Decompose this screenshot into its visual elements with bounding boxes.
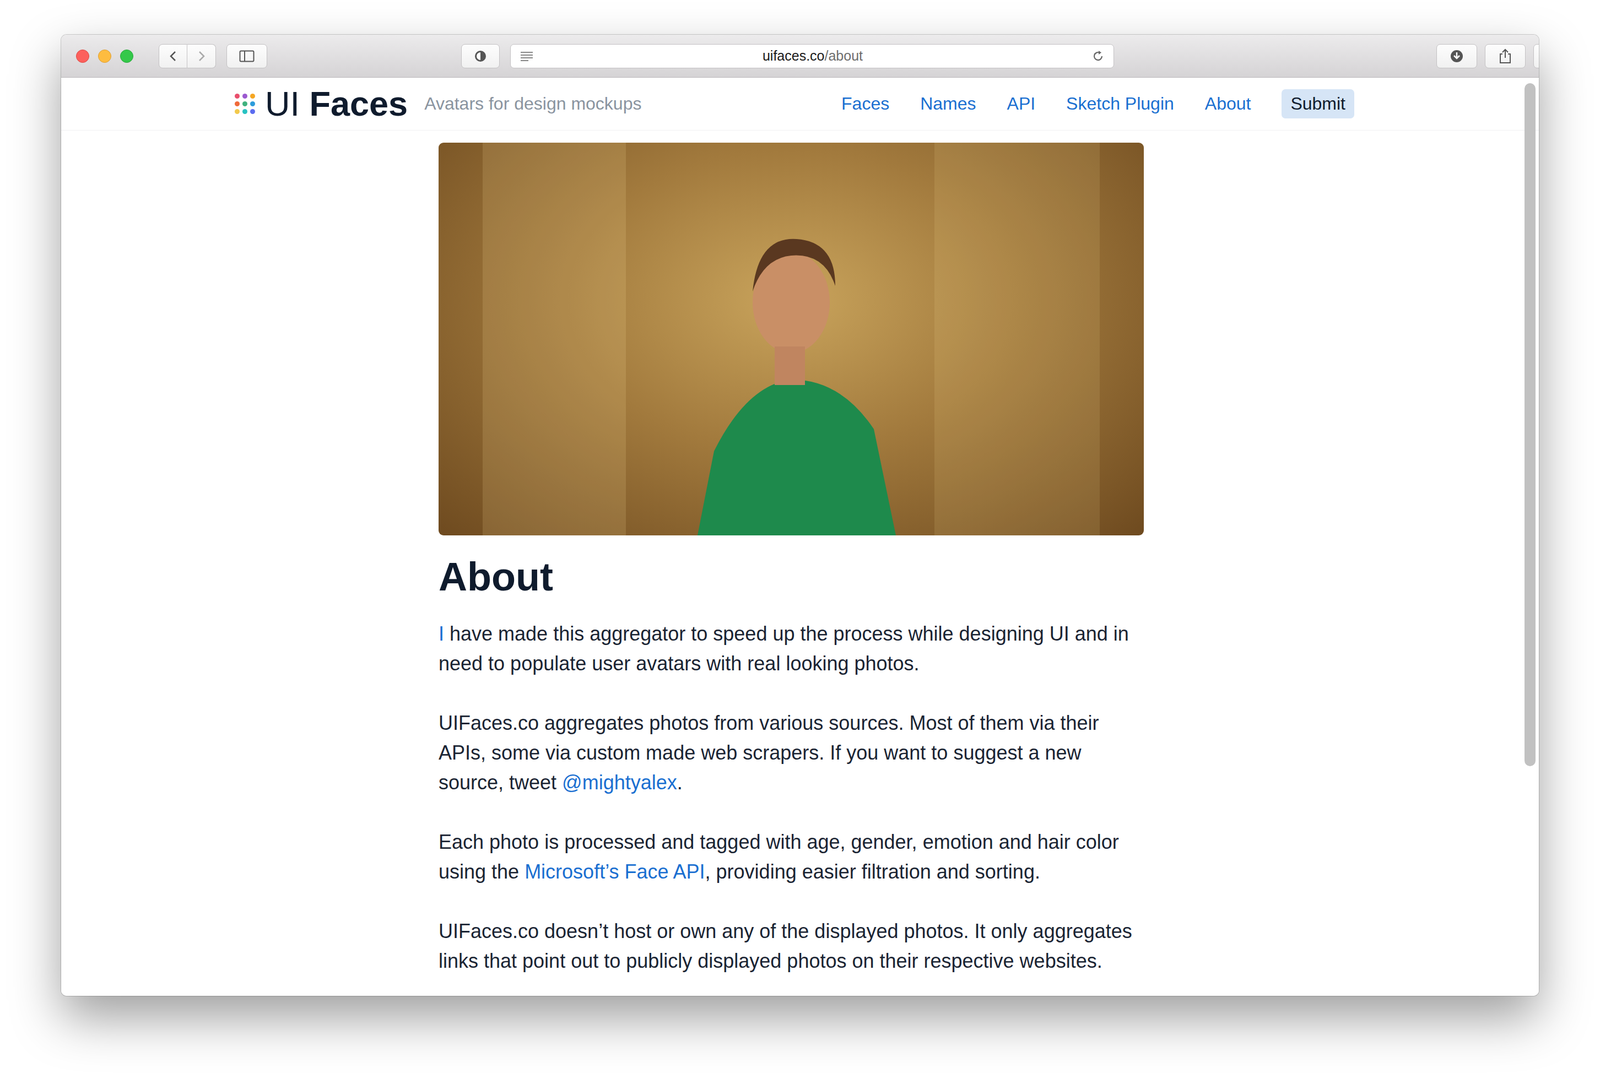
nav-link[interactable]: API [1007,89,1036,119]
text: UIFaces.co doesn’t host or own any of th… [438,920,1133,973]
logo-dots-icon [234,93,256,115]
nav-link[interactable]: Names [920,89,976,119]
download-icon [1450,49,1464,63]
downloads-button[interactable] [1436,44,1478,69]
scrollbar-thumb[interactable] [1524,83,1536,767]
back-button[interactable] [158,44,188,69]
text: . [677,771,683,794]
share-icon [1498,48,1512,64]
paragraph: I have made this aggregator to speed up … [438,619,1144,679]
sidebar-button[interactable] [226,44,268,69]
toolbar: uifaces.co/about [61,34,1539,78]
nav-link[interactable]: About [1204,89,1252,119]
nav-link[interactable]: Sketch Plugin [1066,89,1175,119]
paragraph: UIFaces.co aggregates photos from variou… [438,708,1144,798]
text-link[interactable]: Microsoft’s Face API [524,860,705,884]
web-content: UI Faces Avatars for design mockups Faces N… [61,77,1539,997]
hero-image [438,142,1144,536]
paragraph: Each photo is processed and tagged with … [438,827,1144,888]
privacy-button[interactable] [461,44,500,69]
browser-window: uifaces.co/about UI Faces Avatars for desi… [61,34,1539,997]
logo[interactable]: UI Faces [234,86,408,122]
text: UIFaces.co aggregates photos from variou… [438,711,1100,794]
page-title: About [438,553,1144,601]
forward-button[interactable] [187,44,216,69]
logo-name: Faces [309,84,409,123]
text-link[interactable]: I [438,622,445,646]
logo-prefix: UI [265,84,300,123]
text: , providing easier filtration and sortin… [705,860,1041,884]
paragraph: UIFaces.co doesn’t host or own any of th… [438,916,1144,977]
share-button[interactable] [1484,44,1526,69]
reload-icon[interactable] [1091,49,1105,63]
reader-icon[interactable] [519,50,534,62]
header-inner: UI Faces Avatars for design mockups Faces N… [234,86,1355,122]
url-text: uifaces.co/about [533,47,1092,64]
url-path: /about [824,47,864,64]
minimize-button[interactable] [98,49,112,63]
nav-menu: Faces Names API Sketch Plugin About Submit [841,89,1355,119]
text-link[interactable]: @mightyalex [561,771,678,794]
chevron-right-icon [197,50,207,63]
logo-text: UI Faces [265,86,408,122]
close-button[interactable] [76,49,90,63]
address-bar[interactable]: uifaces.co/about [510,44,1115,69]
text: have made this aggregator to speed up th… [438,622,1129,675]
hero-photo [438,142,1144,536]
site-header: UI Faces Avatars for design mockups Faces N… [61,77,1539,131]
tabs-button[interactable] [1533,44,1539,69]
navigation-buttons [158,44,216,69]
submit-button[interactable]: Submit [1281,89,1355,119]
sidebar-icon [239,50,255,63]
chevron-left-icon [168,50,178,63]
nav-link[interactable]: Faces [841,89,890,119]
shield-icon [473,49,488,63]
zoom-button[interactable] [120,49,134,63]
tagline: Avatars for design mockups [424,93,642,115]
article: About I have made this aggregator to spee… [438,130,1144,977]
url-domain: uifaces.co [762,47,825,64]
